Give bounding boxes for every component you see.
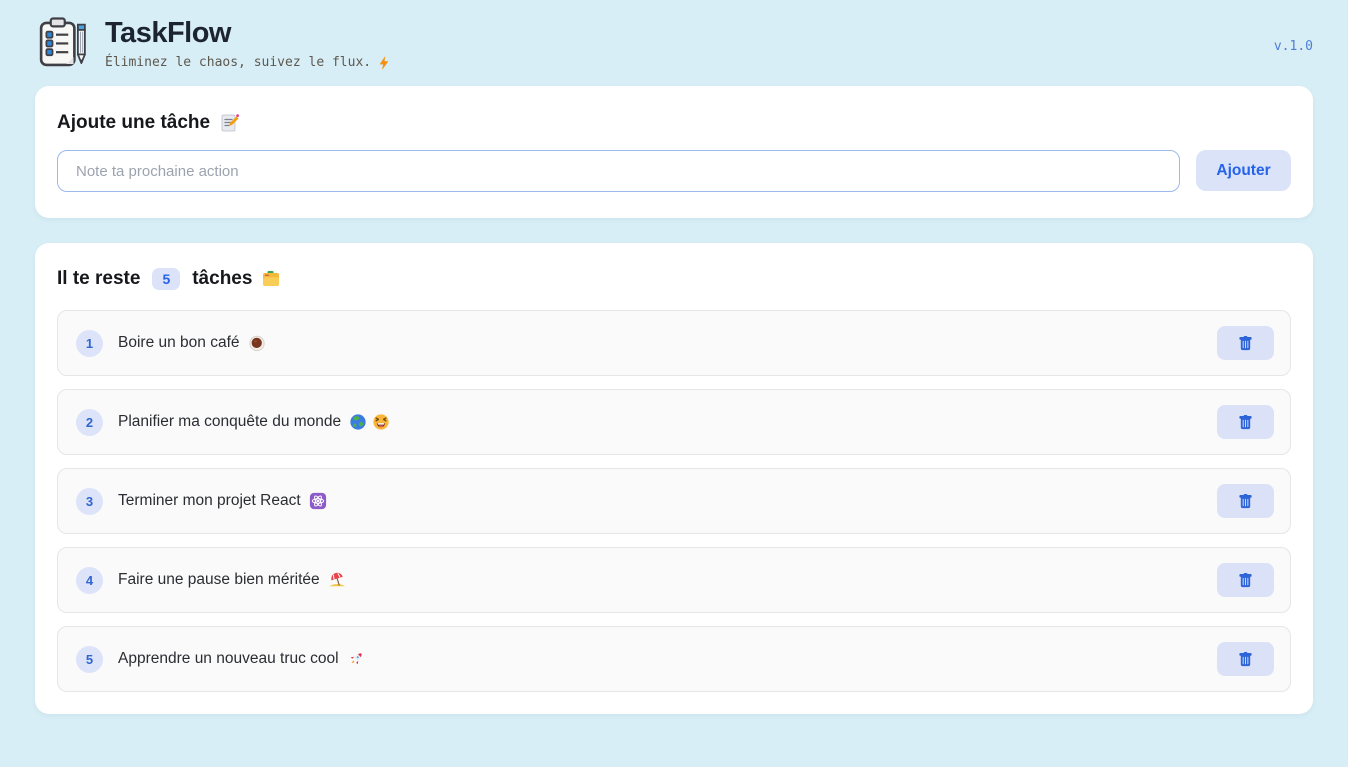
delete-task-button[interactable]	[1217, 563, 1274, 597]
task-emojis	[309, 492, 327, 510]
task-number-badge: 2	[76, 409, 103, 436]
add-task-heading: Ajoute une tâche	[57, 112, 1291, 134]
trash-icon	[1238, 415, 1253, 430]
task-row: 3 Terminer mon projet React	[57, 468, 1291, 534]
task-text: Terminer mon projet React	[118, 492, 301, 510]
trash-icon	[1238, 573, 1253, 588]
task-list-heading: Il te reste 5 tâches	[57, 268, 1291, 290]
task-emojis	[347, 650, 365, 668]
version-label: v.1.0	[1274, 39, 1313, 54]
beach-umbrella-icon	[328, 571, 346, 589]
app-header: TaskFlow Éliminez le chaos, suivez le fl…	[0, 0, 1348, 71]
delete-task-button[interactable]	[1217, 484, 1274, 518]
card-index-icon	[261, 269, 281, 289]
clipboard-checklist-icon	[35, 15, 91, 71]
delete-task-button[interactable]	[1217, 642, 1274, 676]
brand-text: TaskFlow Éliminez le chaos, suivez le fl…	[105, 15, 391, 70]
trash-icon	[1238, 336, 1253, 351]
remaining-suffix: tâches	[192, 268, 252, 290]
task-number-badge: 3	[76, 488, 103, 515]
task-row: 4 Faire une pause bien méritée	[57, 547, 1291, 613]
new-task-input[interactable]	[57, 150, 1180, 192]
brand: TaskFlow Éliminez le chaos, suivez le fl…	[35, 15, 391, 71]
add-task-heading-text: Ajoute une tâche	[57, 112, 210, 134]
add-task-card: Ajoute une tâche Ajouter	[35, 86, 1313, 218]
task-text: Boire un bon café	[118, 334, 240, 352]
task-row: 2 Planifier ma conquête du monde	[57, 389, 1291, 455]
delete-task-button[interactable]	[1217, 405, 1274, 439]
coffee-icon	[248, 334, 266, 352]
task-number-badge: 1	[76, 330, 103, 357]
trash-icon	[1238, 494, 1253, 509]
task-emojis	[248, 334, 266, 352]
remaining-prefix: Il te reste	[57, 268, 140, 290]
task-list-card: Il te reste 5 tâches 1 Boire un bon café…	[35, 243, 1313, 714]
memo-icon	[219, 113, 239, 133]
task-number-badge: 4	[76, 567, 103, 594]
task-number-badge: 5	[76, 646, 103, 673]
task-emojis	[349, 413, 390, 431]
remaining-count-badge: 5	[152, 268, 180, 290]
laughing-face-icon	[372, 413, 390, 431]
atom-icon	[309, 492, 327, 510]
add-task-button[interactable]: Ajouter	[1196, 150, 1291, 191]
rocket-icon	[347, 650, 365, 668]
task-list: 1 Boire un bon café 2 Planifier ma conqu…	[57, 310, 1291, 692]
task-emojis	[328, 571, 346, 589]
task-text: Apprendre un nouveau truc cool	[118, 650, 339, 668]
task-row: 1 Boire un bon café	[57, 310, 1291, 376]
trash-icon	[1238, 652, 1253, 667]
app-title: TaskFlow	[105, 16, 391, 50]
delete-task-button[interactable]	[1217, 326, 1274, 360]
app-tagline: Éliminez le chaos, suivez le flux.	[105, 55, 391, 70]
add-task-row: Ajouter	[57, 150, 1291, 192]
tagline-text: Éliminez le chaos, suivez le flux.	[105, 55, 371, 70]
task-text: Faire une pause bien méritée	[118, 571, 320, 589]
page: TaskFlow Éliminez le chaos, suivez le fl…	[0, 0, 1348, 767]
task-row: 5 Apprendre un nouveau truc cool	[57, 626, 1291, 692]
task-text: Planifier ma conquête du monde	[118, 413, 341, 431]
zap-icon	[377, 56, 391, 70]
globe-icon	[349, 413, 367, 431]
